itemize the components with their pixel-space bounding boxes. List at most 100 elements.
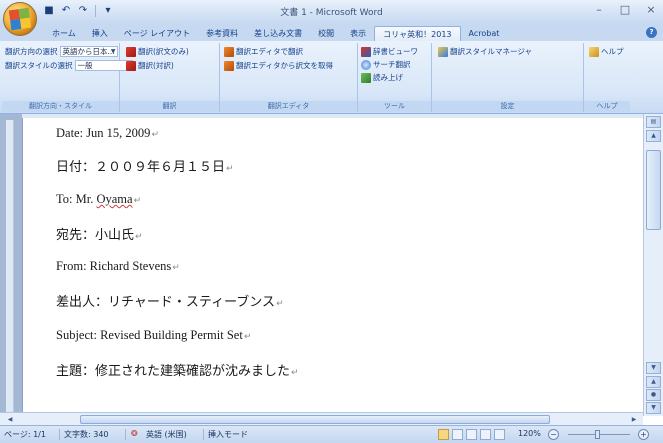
tab-4[interactable]: 参考資料 [198,26,246,41]
tab-5[interactable]: 差し込み文書 [246,26,310,41]
scroll-right-button[interactable]: ▶ [628,414,640,425]
scroll-down-button[interactable]: ▼ [646,362,661,374]
translate-parallel-button[interactable]: 翻訳(対訳) [126,60,174,71]
insert-mode[interactable]: 挿入モード [208,429,248,440]
zoom-in-button[interactable]: + [638,429,649,440]
editor-translate-button[interactable]: 翻訳エディタで翻訳 [224,46,303,57]
group-settings: 翻訳スタイルマネージャ 設定 [432,43,584,112]
direction-dropdown[interactable]: 英語から日本... ▼ [59,46,118,57]
page-indicator[interactable]: ページ: 1/1 [4,429,46,440]
word-count[interactable]: 文字数: 340 [64,429,109,440]
translate-only-label: 翻訳(訳文のみ) [138,47,189,56]
doc-line-date-jp[interactable]: 日付：２００９年６月１５日↵ [56,156,234,175]
chevron-down-icon: ▼ [110,48,116,55]
tab-7[interactable]: 表示 [342,26,374,41]
doc-line-subject-en[interactable]: Subject: Revised Building Permit Set↵ [56,328,251,343]
ribbon: 翻訳方向の選択 英語から日本... ▼ 翻訳スタイルの選択 一般 ▼ 翻訳方向・… [0,41,663,114]
proofing-icon[interactable]: ❂ [131,429,138,438]
search-translate-button[interactable]: サーチ翻訳 [361,59,411,70]
print-layout-view-button[interactable] [438,429,449,440]
style-value: 一般 [77,61,93,70]
line-text: Date: Jun 15, 2009 [56,126,151,140]
style-manager-icon [438,46,448,57]
paragraph-mark: ↵ [172,263,180,273]
group-translate: 翻訳(訳文のみ) 翻訳(対訳) 翻訳 [120,43,220,112]
zoom-out-button[interactable]: − [548,429,559,440]
paragraph-mark: ↵ [133,196,142,206]
dictionary-viewer-button[interactable]: 辞書ビューワ [361,46,418,57]
maximize-button[interactable]: □ [619,3,631,17]
status-separator [125,429,126,440]
zoom-level[interactable]: 120% [518,429,541,438]
translate-parallel-label: 翻訳(対訳) [138,61,174,70]
vertical-ruler [6,120,14,416]
web-layout-view-button[interactable] [466,429,477,440]
doc-line-from-en[interactable]: From: Richard Stevens↵ [56,259,180,274]
direction-label: 翻訳方向の選択 [5,47,58,56]
next-page-button[interactable]: ▼ [646,402,661,414]
document-page[interactable]: Date: Jun 15, 2009↵ 日付：２００９年６月１５日↵ To: M… [22,118,643,416]
editor-get-icon [224,60,234,71]
ribbon-tabs-bar: ホーム 挿入 ページ レイアウト 参考資料 差し込み文書 校閲 表示 コリャ英和！2013 Ac… [0,24,663,41]
tab-8[interactable]: コリャ英和！2013 [374,26,461,41]
line-text: To: Mr. [56,192,97,206]
dictionary-viewer-label: 辞書ビューワ [373,47,418,56]
translate-only-button[interactable]: 翻訳(訳文のみ) [126,46,189,57]
search-icon [361,59,371,70]
paragraph-mark: ↵ [151,130,159,140]
previous-page-button[interactable]: ▲ [646,376,661,388]
doc-line-from-jp[interactable]: 差出人：リチャード・スティーブンス↵ [56,291,284,310]
vertical-scroll-thumb[interactable] [646,150,661,230]
doc-line-subject-jp[interactable]: 主題：修正された建築確認が沈みました↵ [56,360,299,379]
misspelled-word[interactable]: Oyama [96,192,132,206]
language-indicator[interactable]: 英語 (米国) [146,429,187,440]
translate-parallel-icon [126,60,136,71]
doc-line-to-en[interactable]: To: Mr. Oyama↵ [56,192,141,207]
scroll-up-button[interactable]: ▲ [646,130,661,142]
group-label: 翻訳エディタ [220,101,357,112]
window-title: 文書 1 - Microsoft Word [280,8,383,18]
help-button[interactable]: ヘルプ [589,46,624,57]
tab-6[interactable]: 校閲 [310,26,342,41]
paragraph-mark: ↵ [276,299,284,309]
close-button[interactable]: × [645,3,657,17]
outline-view-button[interactable] [480,429,491,440]
editor-get-button[interactable]: 翻訳エディタから訳文を取得 [224,60,333,71]
read-aloud-button[interactable]: 読み上げ [361,72,403,83]
horizontal-scroll-thumb[interactable] [80,415,550,424]
ruler-toggle-button[interactable]: ▤ [646,116,661,128]
help-label: ヘルプ [601,47,624,56]
minimize-button[interactable]: – [593,3,605,17]
help-icon[interactable]: ? [646,27,657,38]
draft-view-button[interactable] [494,429,505,440]
zoom-slider-knob[interactable] [595,430,600,439]
office-button[interactable] [3,2,37,36]
translate-icon [126,46,136,57]
scroll-left-button[interactable]: ◀ [4,414,16,425]
browse-object-button[interactable]: ● [646,389,661,401]
full-screen-view-button[interactable] [452,429,463,440]
speaker-icon [361,72,371,83]
editor-translate-label: 翻訳エディタで翻訳 [236,47,303,56]
search-translate-label: サーチ翻訳 [373,60,411,69]
doc-line-date-en[interactable]: Date: Jun 15, 2009↵ [56,126,159,141]
line-text: 日付：２００９年６月１５日 [56,160,226,175]
horizontal-scrollbar[interactable]: ◀ ▶ [0,412,643,425]
tab-2[interactable]: 挿入 [84,26,116,41]
style-manager-label: 翻訳スタイルマネージャ [450,47,532,56]
line-text: 主題：修正された建築確認が沈みました [56,364,291,379]
style-label: 翻訳スタイルの選択 [5,61,73,70]
doc-line-to-jp[interactable]: 宛先：小山氏↵ [56,224,143,243]
line-text: 差出人：リチャード・スティーブンス [56,295,276,310]
style-manager-button[interactable]: 翻訳スタイルマネージャ [438,46,532,57]
direction-value: 英語から日本... [62,47,115,56]
tab-3[interactable]: ページ レイアウト [116,26,198,41]
paragraph-mark: ↵ [135,232,143,242]
tab-1[interactable]: ホーム [44,26,84,41]
vertical-scrollbar[interactable]: ▤ ▲ ▼ ▲ ● ▼ [643,114,663,416]
group-label: 翻訳方向・スタイル [2,101,119,112]
tab-9[interactable]: Acrobat [461,26,508,41]
group-label: 設定 [432,101,583,112]
dictionary-icon [361,46,371,57]
line-text: Subject: Revised Building Permit Set [56,328,243,342]
